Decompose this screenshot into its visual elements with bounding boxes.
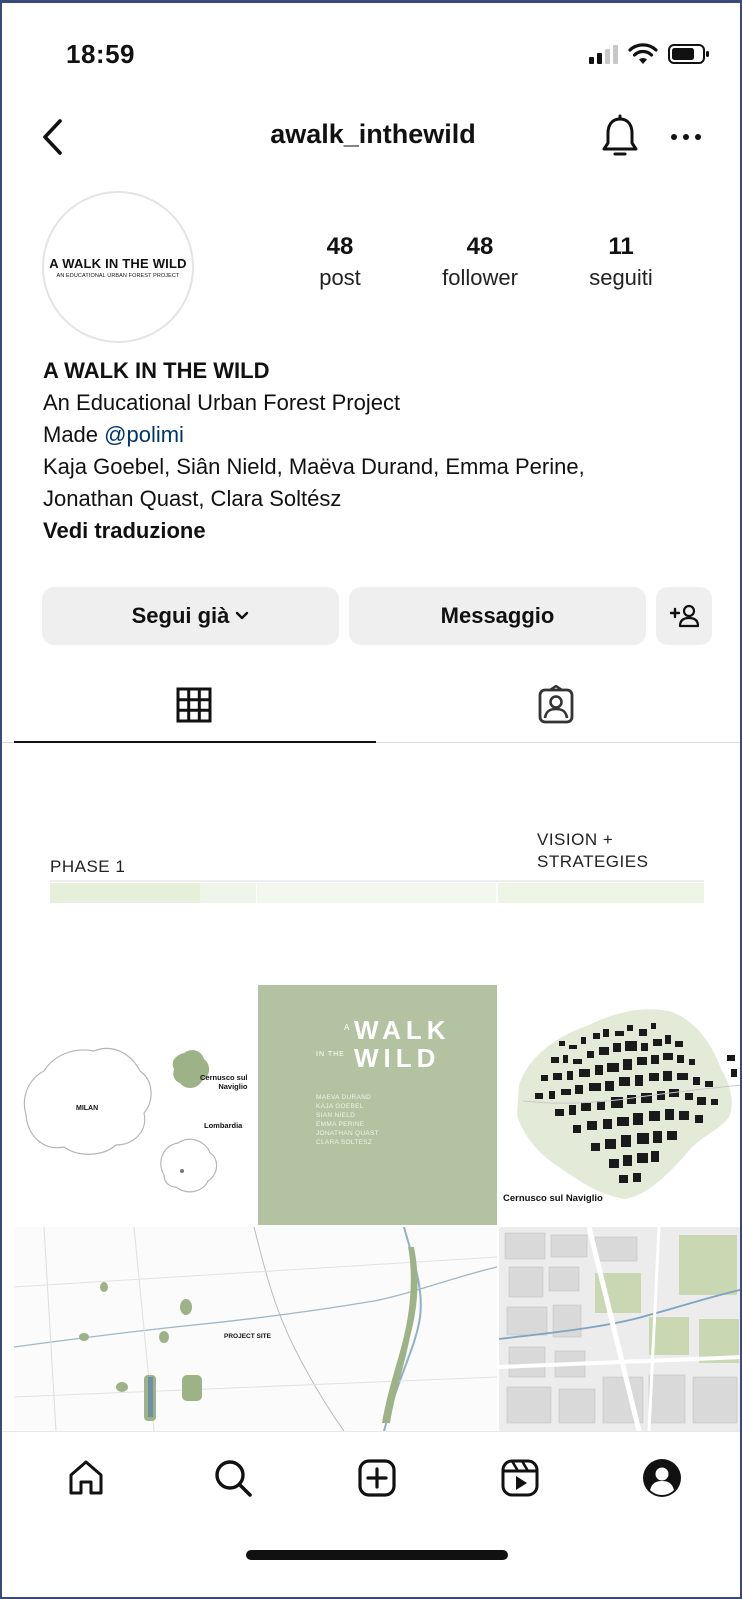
regional-map-graphic	[14, 1227, 497, 1431]
cover-author: CLARA SOLTESZ	[316, 1139, 373, 1146]
cover-author: JONATHAN QUAST	[316, 1130, 379, 1137]
tagged-icon	[538, 685, 574, 724]
suggested-users-button[interactable]	[656, 587, 712, 645]
project-site-label: PROJECT SITE	[224, 1333, 271, 1340]
more-icon	[671, 134, 701, 140]
avatar-logo-subtitle: AN EDUCATIONAL URBAN FOREST PROJECT	[56, 272, 180, 279]
tab-tagged[interactable]	[376, 667, 736, 743]
map-label-cernusco-line1: Cernusco sul	[200, 1073, 248, 1082]
status-bar: 18:59	[2, 3, 740, 103]
stat-posts[interactable]: 48 post	[260, 233, 420, 291]
stat-following-value: 11	[608, 233, 634, 260]
following-button-label: Segui già	[131, 603, 230, 628]
map-label-cernusco-line2: Naviglio	[218, 1082, 248, 1091]
profile-icon	[643, 1459, 681, 1497]
bio-authors-line1: Kaja Goebel, Siân Nield, Maëva Durand, E…	[43, 454, 585, 479]
nav-profile-button[interactable]	[634, 1450, 690, 1506]
post-city-map[interactable]: Cernusco sul Naviglio	[499, 985, 740, 1225]
notifications-button[interactable]	[598, 113, 642, 161]
following-button[interactable]: Segui già	[42, 587, 339, 645]
bell-icon	[602, 114, 638, 156]
home-indicator[interactable]	[246, 1550, 508, 1560]
cover-authors: MAEVA DURAND KAJA GOEBEL SIAN NIELD EMMA…	[316, 1093, 379, 1147]
add-user-icon	[669, 604, 699, 628]
stat-followers-value: 48	[466, 233, 494, 260]
profile-bio: A WALK IN THE WILD An Educational Urban …	[43, 355, 703, 547]
bio-made-line: Made @polimi	[43, 419, 703, 451]
profile-header: awalk_inthewild	[2, 103, 740, 171]
map-label-cernusco: Cernusco sul Naviglio	[200, 1073, 248, 1091]
cover-title-a: A	[344, 1023, 351, 1032]
cover-author: MAEVA DURAND	[316, 1094, 372, 1101]
tab-grid[interactable]	[14, 667, 374, 743]
map-label-lombardia: Lombardia	[204, 1121, 243, 1130]
grid-icon	[176, 687, 212, 723]
see-translation-link[interactable]: Vedi traduzione	[43, 515, 703, 547]
post-regional-map[interactable]: PROJECT SITE	[14, 1227, 497, 1431]
city-map-label: Cernusco sul Naviglio	[503, 1193, 603, 1204]
stat-followers[interactable]: 48 follower	[400, 233, 560, 291]
bio-made-prefix: Made	[43, 422, 105, 447]
post-phase-banner[interactable]: PHASE 1 VISION + STRATEGIES	[14, 745, 740, 983]
signal-icon	[589, 45, 618, 64]
cover-author: KAJA GOEBEL	[316, 1103, 364, 1110]
stat-posts-label: post	[319, 265, 361, 290]
stat-following-label: seguiti	[589, 265, 653, 290]
stat-posts-value: 48	[326, 233, 354, 260]
bio-name: A WALK IN THE WILD	[43, 358, 270, 383]
battery-icon	[668, 44, 709, 64]
cover-title-walk: WALK	[354, 1015, 451, 1045]
home-icon	[69, 1460, 103, 1495]
phone-screen: 18:59 awalk_inthewild A WALK IN THE WILD…	[0, 0, 742, 1599]
map-label-milan: MILAN	[76, 1105, 99, 1112]
chevron-down-icon	[236, 611, 249, 620]
nav-create-button[interactable]	[349, 1450, 405, 1506]
search-icon	[215, 1460, 252, 1497]
post-map-lombardia[interactable]: MILAN Cernusco sul Naviglio Lombardia	[14, 985, 256, 1225]
active-tab-indicator	[14, 741, 376, 743]
status-icons	[588, 43, 710, 65]
message-button-label: Messaggio	[440, 603, 555, 628]
cover-author: EMMA PERINE	[316, 1121, 365, 1128]
stat-following[interactable]: 11 seguiti	[541, 233, 701, 291]
cover-author: SIAN NIELD	[316, 1112, 356, 1119]
post-aerial-plan[interactable]	[499, 1227, 740, 1431]
create-icon	[358, 1459, 396, 1497]
nav-reels-button[interactable]	[492, 1450, 548, 1506]
bio-authors-line2: Jonathan Quast, Clara Soltész	[43, 486, 342, 511]
bio-description: An Educational Urban Forest Project	[43, 390, 401, 415]
nav-search-button[interactable]	[205, 1450, 261, 1506]
cover-title-wild: WILD	[354, 1043, 441, 1073]
phase-timeline-graphic	[50, 880, 704, 903]
post-cover[interactable]: A WALK IN THE WILD MAEVA DURAND KAJA GOE…	[258, 985, 497, 1225]
profile-avatar[interactable]: A WALK IN THE WILD AN EDUCATIONAL URBAN …	[42, 191, 194, 343]
city-map-graphic	[517, 1009, 740, 1199]
avatar-logo-title: A WALK IN THE WILD	[49, 255, 187, 271]
message-button[interactable]: Messaggio	[349, 587, 646, 645]
wifi-icon	[628, 43, 658, 64]
profile-tabs	[2, 667, 740, 743]
nav-home-button[interactable]	[58, 1450, 114, 1506]
cover-title-inthe: IN THE	[316, 1051, 345, 1058]
bottom-navigation	[2, 1431, 740, 1597]
lombardia-map-graphic	[23, 1047, 218, 1193]
bio-mention-link[interactable]: @polimi	[104, 422, 184, 447]
status-time: 18:59	[66, 39, 135, 69]
aerial-plan-graphic	[499, 1227, 740, 1431]
stat-followers-label: follower	[442, 265, 518, 290]
reels-icon	[501, 1459, 539, 1497]
more-options-button[interactable]	[666, 117, 710, 157]
